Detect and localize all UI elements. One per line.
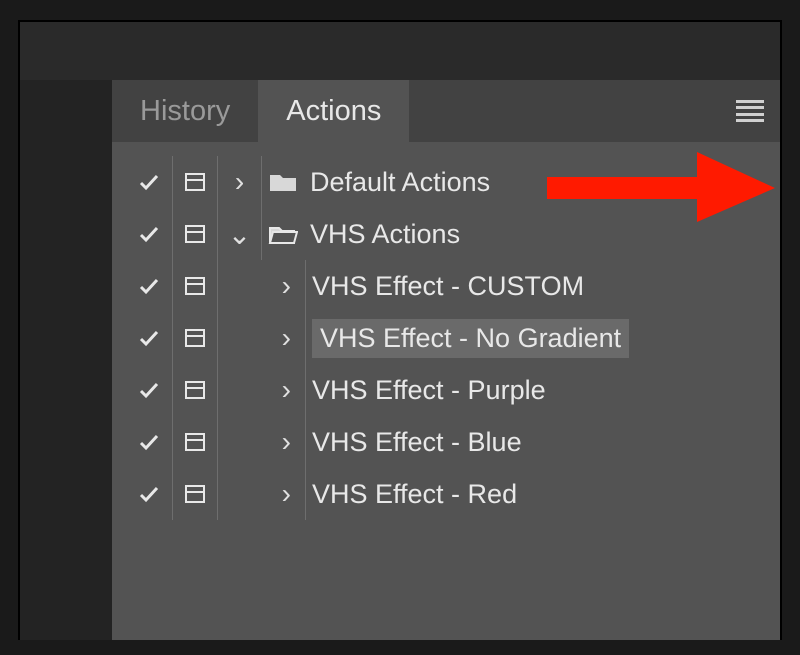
toggle-checkbox[interactable] xyxy=(126,326,172,350)
dock-strip xyxy=(20,80,112,640)
disclosure-toggle[interactable]: › xyxy=(218,416,306,468)
check-icon xyxy=(136,170,162,194)
check-icon xyxy=(136,378,162,402)
dialog-icon xyxy=(183,326,207,350)
dialog-icon xyxy=(183,170,207,194)
chevron-right-icon: › xyxy=(235,166,244,198)
toggle-checkbox[interactable] xyxy=(126,274,172,298)
panel-menu-icon[interactable] xyxy=(736,100,764,122)
action-row[interactable]: › VHS Effect - Red xyxy=(112,468,780,520)
row-label: VHS Effect - Red xyxy=(306,479,780,510)
toggle-checkbox[interactable] xyxy=(126,222,172,246)
action-row[interactable]: › VHS Effect - CUSTOM xyxy=(112,260,780,312)
chevron-down-icon: ⌄ xyxy=(228,218,251,251)
disclosure-toggle[interactable]: › xyxy=(218,364,306,416)
row-label: Default Actions xyxy=(304,167,780,198)
row-label: VHS Effect - No Gradient xyxy=(312,319,629,358)
action-row[interactable]: › VHS Effect - No Gradient xyxy=(112,312,780,364)
dialog-icon xyxy=(183,378,207,402)
row-label: VHS Effect - Blue xyxy=(306,427,780,458)
actions-list: › Default Actions ⌄ xyxy=(112,142,780,520)
disclosure-toggle[interactable]: ⌄ xyxy=(218,208,262,260)
chevron-right-icon: › xyxy=(282,270,291,302)
toggle-checkbox[interactable] xyxy=(126,170,172,194)
check-icon xyxy=(136,274,162,298)
window-frame: » History Actions › xyxy=(18,20,782,640)
toggle-dialog[interactable] xyxy=(172,260,218,312)
chevron-right-icon: › xyxy=(282,478,291,510)
chevron-right-icon: › xyxy=(282,322,291,354)
dialog-icon xyxy=(183,482,207,506)
dialog-icon xyxy=(183,222,207,246)
action-set-row[interactable]: › Default Actions xyxy=(112,156,780,208)
toggle-checkbox[interactable] xyxy=(126,482,172,506)
tabbar-spacer xyxy=(409,80,780,142)
toggle-checkbox[interactable] xyxy=(126,378,172,402)
action-row[interactable]: › VHS Effect - Purple xyxy=(112,364,780,416)
row-label: VHS Actions xyxy=(304,219,780,250)
toggle-dialog[interactable] xyxy=(172,416,218,468)
folder-closed-icon xyxy=(268,170,298,194)
tab-history[interactable]: History xyxy=(112,80,258,142)
check-icon xyxy=(136,430,162,454)
toggle-dialog[interactable] xyxy=(172,156,218,208)
check-icon xyxy=(136,482,162,506)
dialog-icon xyxy=(183,274,207,298)
action-set-row[interactable]: ⌄ VHS Actions xyxy=(112,208,780,260)
folder-open-icon xyxy=(268,222,298,246)
toggle-dialog[interactable] xyxy=(172,208,218,260)
disclosure-toggle[interactable]: › xyxy=(218,260,306,312)
check-icon xyxy=(136,222,162,246)
action-row[interactable]: › VHS Effect - Blue xyxy=(112,416,780,468)
check-icon xyxy=(136,326,162,350)
folder-icon-wrap xyxy=(262,222,304,246)
toggle-checkbox[interactable] xyxy=(126,430,172,454)
chevron-right-icon: › xyxy=(282,374,291,406)
dialog-icon xyxy=(183,430,207,454)
disclosure-toggle[interactable]: › xyxy=(218,312,306,364)
row-label: VHS Effect - CUSTOM xyxy=(306,271,780,302)
row-label-wrap: VHS Effect - No Gradient xyxy=(306,319,780,358)
toggle-dialog[interactable] xyxy=(172,312,218,364)
row-label: VHS Effect - Purple xyxy=(306,375,780,406)
toggle-dialog[interactable] xyxy=(172,468,218,520)
actions-panel: » History Actions › xyxy=(112,80,780,640)
chevron-right-icon: › xyxy=(282,426,291,458)
panel-tabbar: History Actions xyxy=(112,80,780,142)
disclosure-toggle[interactable]: › xyxy=(218,468,306,520)
disclosure-toggle[interactable]: › xyxy=(218,156,262,208)
folder-icon-wrap xyxy=(262,170,304,194)
toggle-dialog[interactable] xyxy=(172,364,218,416)
tab-actions[interactable]: Actions xyxy=(258,80,409,142)
